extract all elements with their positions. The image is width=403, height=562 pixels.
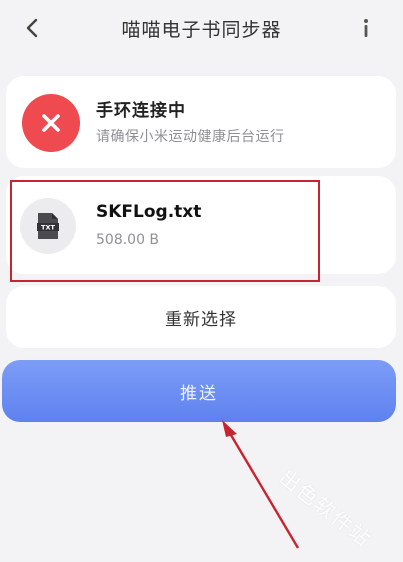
file-name: SKFLog.txt — [96, 202, 202, 222]
reselect-button[interactable]: 重新选择 — [6, 286, 396, 348]
connection-status-card: 手环连接中 请确保小米运动健康后台运行 — [6, 76, 396, 168]
txt-file-icon: TXT — [20, 198, 76, 254]
top-bar: 喵喵电子书同步器 — [0, 0, 403, 58]
info-icon — [364, 19, 368, 37]
status-subtitle: 请确保小米运动健康后台运行 — [96, 129, 285, 145]
info-button[interactable] — [355, 14, 377, 42]
page-title: 喵喵电子书同步器 — [121, 19, 282, 41]
status-title: 手环连接中 — [96, 101, 186, 121]
txt-file-icon-label: TXT — [41, 224, 55, 232]
push-button[interactable]: 推送 — [2, 360, 396, 422]
reselect-label: 重新选择 — [165, 309, 237, 330]
file-size: 508.00 B — [96, 232, 160, 248]
push-label: 推送 — [180, 383, 218, 404]
close-circle-icon — [22, 94, 80, 152]
selected-file-card[interactable]: TXT SKFLog.txt 508.00 B — [6, 176, 396, 274]
watermark-text: 出色软件站 — [274, 465, 377, 552]
